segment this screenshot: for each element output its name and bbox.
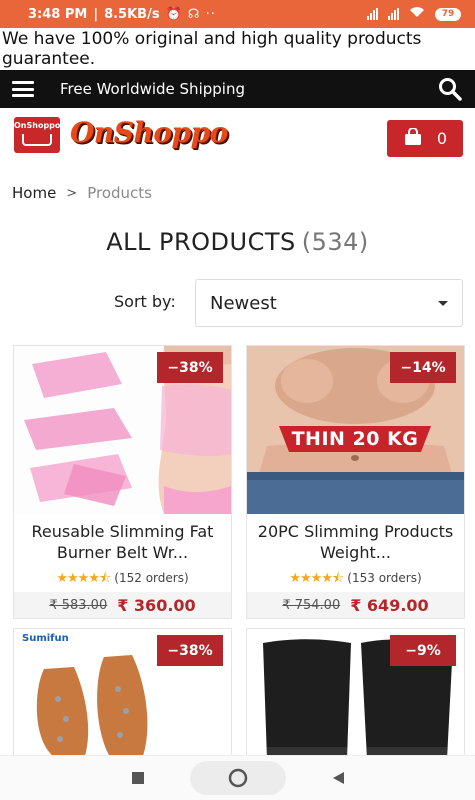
caret-down-icon xyxy=(438,300,448,306)
product-rating: ★★★★⯪ (153 orders) xyxy=(247,569,464,591)
breadcrumb-home[interactable]: Home xyxy=(12,184,56,202)
home-icon xyxy=(189,761,286,795)
product-card[interactable]: −38% Reusable Slimming Fat Burner Belt W… xyxy=(13,345,232,619)
discount-badge: −14% xyxy=(390,352,456,383)
shopping-bag-icon xyxy=(403,126,423,150)
old-price: ₹ 754.00 xyxy=(282,597,341,613)
system-navigation-bar xyxy=(0,755,475,800)
discount-badge: −38% xyxy=(157,352,223,383)
product-card[interactable]: −9% xyxy=(246,628,465,758)
cart-icon xyxy=(22,134,52,146)
price-row: ₹ 754.00 ₹ 649.00 xyxy=(247,592,464,618)
sort-select[interactable]: Newest xyxy=(195,279,463,327)
logo-badge[interactable]: OnShoppo xyxy=(14,117,60,153)
sale-price: ₹ 360.00 xyxy=(117,595,196,615)
product-image: −38% xyxy=(14,346,231,514)
alarm-icon: ⏰ ☊ ·· xyxy=(165,6,216,22)
announcement-banner: We have 100% original and high quality p… xyxy=(2,29,422,69)
product-card[interactable]: −14% THIN 20 KG 20PC Slimming Products W… xyxy=(246,345,465,619)
old-price: ₹ 583.00 xyxy=(49,597,108,613)
site-header: OnShoppo OnShoppo 0 xyxy=(0,108,475,166)
clock: 3:48 PM xyxy=(28,6,88,22)
chevron-right-icon: > xyxy=(66,185,78,201)
home-button[interactable] xyxy=(188,758,288,798)
cart-count: 0 xyxy=(436,129,448,148)
page-title: ALL PRODUCTS (534) xyxy=(106,228,369,256)
product-image: −14% THIN 20 KG xyxy=(247,346,464,514)
cart-button[interactable]: 0 xyxy=(387,120,463,157)
breadcrumb-current: Products xyxy=(87,184,152,202)
discount-badge: −9% xyxy=(390,635,456,666)
shipping-text: Free Worldwide Shipping xyxy=(60,80,245,98)
battery-icon: 79 xyxy=(435,7,461,21)
product-count: (534) xyxy=(301,228,369,256)
product-card[interactable]: Sumifun −38% xyxy=(13,628,232,758)
order-count: (153 orders) xyxy=(347,571,422,585)
wifi-icon xyxy=(409,6,425,22)
brand-logo-text: Sumifun xyxy=(22,633,69,644)
product-image-text: THIN 20 KG xyxy=(291,428,419,450)
product-title[interactable]: Reusable Slimming Fat Burner Belt Wr... xyxy=(20,521,225,563)
discount-badge: −38% xyxy=(157,635,223,666)
status-bar: 3:48 PM | 8.5KB/s ⏰ ☊ ·· 79 xyxy=(0,0,475,28)
order-count: (152 orders) xyxy=(114,571,189,585)
breadcrumb: Home > Products xyxy=(12,184,152,202)
top-navbar: Free Worldwide Shipping xyxy=(0,70,475,108)
star-rating-icon: ★★★★⯪ xyxy=(289,571,344,586)
back-button[interactable] xyxy=(288,758,388,798)
recent-apps-button[interactable] xyxy=(88,758,188,798)
product-title[interactable]: 20PC Slimming Products Weight... xyxy=(253,521,458,563)
product-rating: ★★★★⯪ (152 orders) xyxy=(14,569,231,591)
sort-label: Sort by: xyxy=(114,292,176,311)
product-image: Sumifun −38% xyxy=(14,629,231,757)
search-icon[interactable] xyxy=(437,76,463,102)
signal-icon xyxy=(367,8,378,20)
menu-icon[interactable] xyxy=(12,81,34,97)
sort-selected-value: Newest xyxy=(210,292,277,314)
network-speed: 8.5KB/s xyxy=(104,6,160,22)
product-image: −9% xyxy=(247,629,464,757)
sale-price: ₹ 649.00 xyxy=(350,595,429,615)
logo-text[interactable]: OnShoppo xyxy=(70,116,228,149)
signal-icon-2 xyxy=(388,8,399,20)
price-row: ₹ 583.00 ₹ 360.00 xyxy=(14,592,231,618)
star-rating-icon: ★★★★⯪ xyxy=(56,571,111,586)
